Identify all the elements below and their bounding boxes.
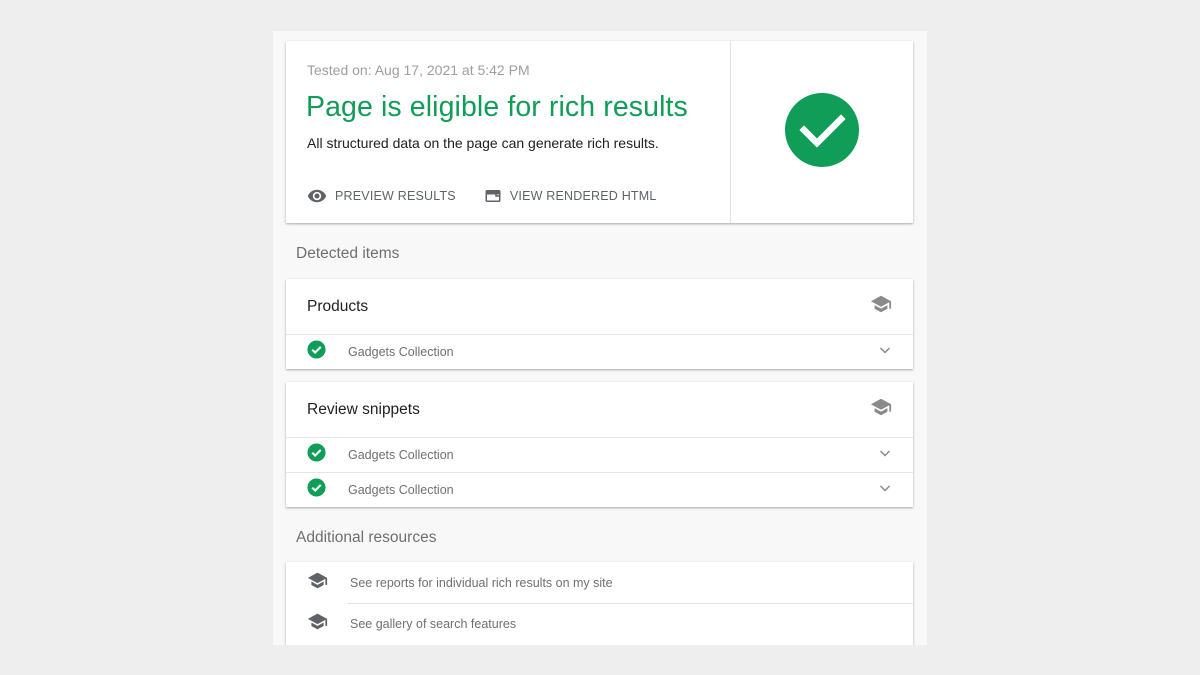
preview-results-button[interactable]: PREVIEW RESULTS <box>307 186 456 206</box>
school-icon <box>307 570 328 596</box>
summary-actions: PREVIEW RESULTS VIEW RENDERED HTML <box>307 186 685 206</box>
additional-resources-heading: Additional resources <box>296 529 437 546</box>
divider <box>348 603 913 604</box>
resource-link-label: See gallery of search features <box>350 616 517 631</box>
tested-on-timestamp: Tested on: Aug 17, 2021 at 5:42 PM <box>307 62 530 78</box>
detected-item-row[interactable]: Gadgets Collection <box>286 438 913 473</box>
chevron-down-icon[interactable] <box>878 446 892 465</box>
resource-link[interactable]: See gallery of search features <box>286 603 913 644</box>
summary-details: Tested on: Aug 17, 2021 at 5:42 PM Page … <box>286 41 731 223</box>
resource-link[interactable]: See reports for individual rich results … <box>286 562 913 603</box>
products-group-title: Products <box>307 297 369 315</box>
review-snippets-group-header[interactable]: Review snippets <box>286 382 913 438</box>
view-rendered-html-button[interactable]: VIEW RENDERED HTML <box>484 187 657 205</box>
check-circle-icon <box>784 92 860 173</box>
school-icon[interactable] <box>870 396 892 423</box>
detected-item-name: Gadgets Collection <box>348 483 454 497</box>
result-headline: Page is eligible for rich results <box>306 91 688 123</box>
eye-icon <box>307 186 327 206</box>
summary-card: Tested on: Aug 17, 2021 at 5:42 PM Page … <box>286 41 913 223</box>
results-panel: Tested on: Aug 17, 2021 at 5:42 PM Page … <box>273 31 927 645</box>
view-rendered-html-label: VIEW RENDERED HTML <box>509 189 657 203</box>
products-group: Products Gadgets Collection <box>286 279 913 369</box>
chevron-down-icon[interactable] <box>878 343 892 362</box>
review-snippets-group: Review snippets Gadgets Collection Gadge… <box>286 382 913 507</box>
detected-items-heading: Detected items <box>296 245 400 262</box>
valid-check-icon <box>307 443 326 467</box>
summary-status <box>731 41 913 223</box>
school-icon[interactable] <box>870 293 892 320</box>
detected-item-row[interactable]: Gadgets Collection <box>286 335 913 369</box>
school-icon <box>307 611 328 637</box>
review-snippets-group-title: Review snippets <box>307 400 420 418</box>
detected-item-row[interactable]: Gadgets Collection <box>286 473 913 507</box>
chevron-down-icon[interactable] <box>878 481 892 500</box>
resource-link-label: See reports for individual rich results … <box>350 575 613 590</box>
resources-card: See reports for individual rich results … <box>286 562 913 645</box>
result-subtitle: All structured data on the page can gene… <box>307 135 659 151</box>
valid-check-icon <box>307 478 326 502</box>
detected-item-name: Gadgets Collection <box>348 345 454 359</box>
browser-window-icon <box>484 187 502 205</box>
products-group-header[interactable]: Products <box>286 279 913 335</box>
detected-item-name: Gadgets Collection <box>348 448 454 462</box>
valid-check-icon <box>307 340 326 364</box>
preview-results-label: PREVIEW RESULTS <box>335 189 456 203</box>
